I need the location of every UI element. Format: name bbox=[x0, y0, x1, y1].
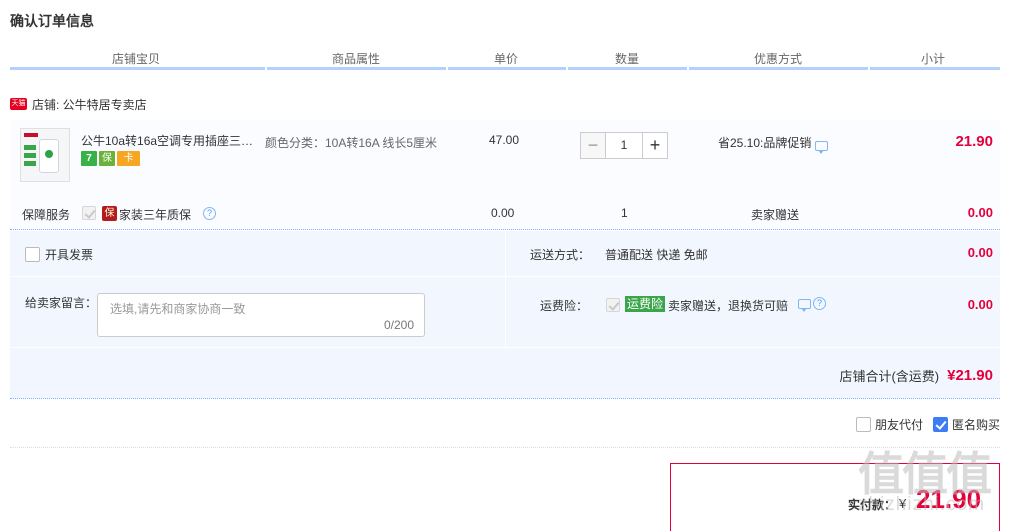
product-title-link[interactable]: 公牛10a转16a空调专用插座三… bbox=[81, 132, 261, 149]
watermark-url: zhizhizhi.com bbox=[858, 494, 986, 515]
item-subtotal: 21.90 bbox=[955, 133, 993, 150]
comment-icon[interactable] bbox=[815, 140, 829, 154]
discount-text: 省25.10:品牌促销 bbox=[718, 136, 812, 150]
message-char-counter: 0/200 bbox=[383, 318, 414, 332]
credit-card-icon[interactable]: 卡 bbox=[117, 151, 140, 166]
guarantee-quantity: 1 bbox=[621, 206, 628, 220]
seven-day-return-icon[interactable]: 7 bbox=[81, 151, 97, 166]
message-label: 给卖家留言： bbox=[25, 296, 98, 310]
guarantee-price: 0.00 bbox=[491, 206, 515, 220]
invoice-option[interactable]: 开具发票 bbox=[25, 246, 93, 263]
order-options: 开具发票 给卖家留言： 选填,请先和商家协商一致 0/200 运送方式： 普通配… bbox=[10, 231, 1000, 399]
shop-total-amount: ¥21.90 bbox=[947, 367, 993, 384]
divider bbox=[10, 447, 1000, 448]
checkout-extras: 朋友代付 匿名购买 bbox=[855, 416, 1000, 433]
invoice-label: 开具发票 bbox=[45, 248, 94, 262]
message-textarea[interactable]: 选填,请先和商家协商一致 0/200 bbox=[97, 293, 425, 337]
shop-total: 店铺合计(含运费) ¥21.90 bbox=[839, 366, 993, 385]
shop-name-link[interactable]: 店铺: 公牛特居专卖店 bbox=[32, 96, 147, 113]
insurance-price: 0.00 bbox=[967, 297, 993, 312]
anonymous-label: 匿名购买 bbox=[951, 418, 1000, 432]
anonymous-option[interactable]: 匿名购买 bbox=[932, 416, 1000, 433]
friend-pay-option[interactable]: 朋友代付 bbox=[855, 416, 923, 433]
invoice-checkbox[interactable] bbox=[25, 247, 40, 262]
column-shop-item: 店铺宝贝 bbox=[111, 52, 160, 66]
guarantee-checkbox[interactable] bbox=[82, 206, 96, 220]
product-attributes: 颜色分类：10A转16A 线长5厘米 bbox=[265, 136, 438, 150]
shop-row: 天猫 店铺: 公牛特居专卖店 bbox=[10, 94, 147, 114]
watermark-logo: 值值值 bbox=[858, 448, 992, 500]
insurance-label: 运费险： bbox=[540, 299, 589, 313]
column-header: 店铺宝贝 商品属性 单价 数量 优惠方式 小计 bbox=[10, 46, 1000, 70]
product-thumbnail[interactable] bbox=[20, 128, 70, 182]
help-icon[interactable]: ? bbox=[203, 207, 216, 220]
insurance-badge: 运费险 bbox=[625, 296, 666, 312]
comment-icon[interactable] bbox=[798, 298, 811, 312]
guarantee-discount: 卖家赠送 bbox=[751, 208, 800, 222]
shipping-method: 普通配送 快递 免邮 bbox=[605, 248, 708, 262]
shipping-price: 0.00 bbox=[967, 245, 993, 260]
guarantee-subtotal: 0.00 bbox=[967, 205, 993, 220]
column-attributes: 商品属性 bbox=[331, 52, 380, 66]
discount-info: 省25.10:品牌促销 bbox=[718, 134, 829, 154]
column-quantity: 数量 bbox=[614, 52, 639, 66]
column-discount: 优惠方式 bbox=[753, 52, 802, 66]
help-icon[interactable]: ? bbox=[813, 297, 826, 310]
shop-total-label: 店铺合计(含运费) bbox=[839, 369, 940, 384]
site-watermark: 值值值 zhizhizhi.com bbox=[858, 448, 992, 516]
column-unit-price: 单价 bbox=[493, 52, 518, 66]
quantity-decrease-button[interactable]: − bbox=[580, 132, 606, 159]
quantity-stepper: − 1 + bbox=[580, 132, 668, 159]
column-subtotal: 小计 bbox=[920, 52, 945, 66]
insurance-checkbox[interactable] bbox=[606, 298, 620, 312]
insurance-icons: ? bbox=[798, 297, 826, 312]
friend-pay-label: 朋友代付 bbox=[874, 418, 923, 432]
unit-price: 47.00 bbox=[489, 133, 520, 147]
service-icons: 7 保 卡 bbox=[81, 151, 140, 166]
order-item: 公牛10a转16a空调专用插座三… 7 保 卡 颜色分类：10A转16A 线长5… bbox=[10, 120, 1000, 230]
quantity-increase-button[interactable]: + bbox=[642, 132, 668, 159]
friend-pay-checkbox[interactable] bbox=[855, 417, 871, 432]
anonymous-checkbox[interactable] bbox=[932, 417, 948, 432]
page-title: 确认订单信息 bbox=[10, 13, 94, 29]
guarantee-badge-icon: 保 bbox=[102, 206, 117, 221]
shipping-label: 运送方式： bbox=[530, 248, 591, 262]
message-placeholder: 选填,请先和商家协商一致 bbox=[110, 302, 246, 316]
guarantee-shield-icon[interactable]: 保 bbox=[99, 151, 115, 166]
guarantee-label: 保障服务 bbox=[22, 208, 71, 222]
quantity-input[interactable]: 1 bbox=[606, 132, 642, 159]
tmall-icon: 天猫 bbox=[10, 98, 27, 110]
guarantee-text: 家装三年质保 bbox=[119, 208, 192, 222]
insurance-text: 卖家赠送，退换货可赔 bbox=[668, 299, 789, 313]
